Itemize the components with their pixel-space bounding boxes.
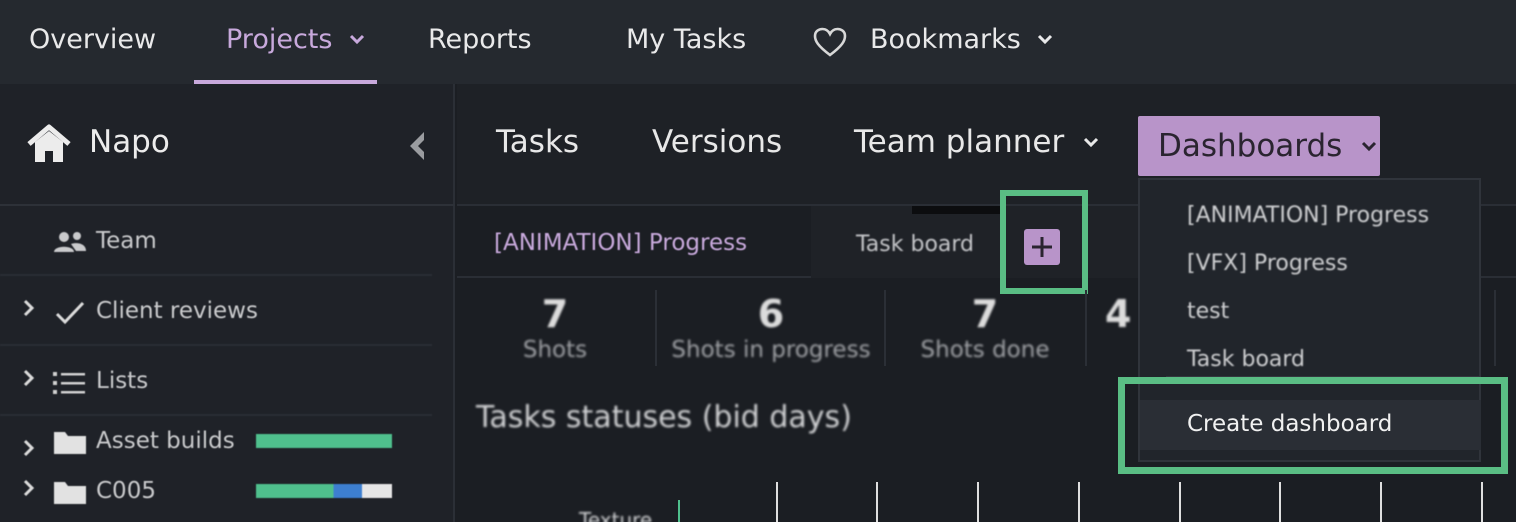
dropdown-item[interactable]: [ANIMATION] Progress bbox=[1187, 203, 1429, 228]
nav-my-tasks[interactable]: My Tasks bbox=[626, 0, 746, 84]
chart-gridline bbox=[1078, 482, 1080, 522]
tab-team-planner-label: Team planner bbox=[854, 124, 1065, 160]
chart-gridline bbox=[977, 482, 979, 522]
chevron-down-icon bbox=[1084, 137, 1099, 147]
collapse-sidebar-icon[interactable] bbox=[404, 130, 428, 162]
folder-icon bbox=[54, 432, 86, 454]
sidebar-item-label: C005 bbox=[96, 478, 156, 504]
sidebar-item-client-reviews[interactable]: Client reviews bbox=[0, 278, 432, 346]
chart-gridline bbox=[776, 482, 778, 522]
nav-bookmarks-label: Bookmarks bbox=[870, 24, 1021, 55]
sidebar-item-team[interactable]: Team bbox=[0, 208, 432, 276]
nav-projects-label: Projects bbox=[226, 24, 333, 55]
tab-tasks[interactable]: Tasks bbox=[496, 124, 579, 160]
tooltip-edge bbox=[912, 206, 1002, 214]
tab-team-planner[interactable]: Team planner bbox=[854, 124, 1100, 160]
dashboard-tab-animation[interactable]: [ANIMATION] Progress bbox=[494, 230, 747, 256]
nav-projects[interactable]: Projects bbox=[226, 0, 365, 84]
heart-icon[interactable] bbox=[812, 26, 848, 58]
sidebar-item-c005[interactable]: C005 bbox=[0, 468, 432, 522]
dashboards-button[interactable]: Dashboards bbox=[1138, 116, 1380, 176]
chart-gridline bbox=[1179, 482, 1181, 522]
nav-reports[interactable]: Reports bbox=[428, 0, 532, 84]
nav-overview[interactable]: Overview bbox=[29, 0, 156, 84]
chevron-right-icon[interactable] bbox=[22, 368, 36, 388]
nav-bookmarks[interactable]: Bookmarks bbox=[870, 0, 1053, 84]
dropdown-item[interactable]: [VFX] Progress bbox=[1187, 251, 1348, 276]
stat-value: 6 bbox=[757, 292, 785, 336]
highlight-box bbox=[1118, 377, 1508, 474]
dropdown-item[interactable]: Task board bbox=[1187, 347, 1305, 372]
highlight-box bbox=[1000, 190, 1088, 294]
stat-value: 7 bbox=[971, 292, 999, 336]
home-icon[interactable] bbox=[26, 124, 72, 164]
sidebar-item-label: Client reviews bbox=[96, 298, 258, 324]
top-navigation: Overview Projects Reports My Tasks Bookm… bbox=[0, 0, 1516, 84]
project-header: Napo bbox=[0, 84, 455, 206]
dashboard-tab-task-board[interactable]: Task board bbox=[856, 232, 974, 257]
stat-label: Shots bbox=[522, 337, 588, 363]
divider bbox=[1085, 290, 1087, 366]
sidebar-item-label: Lists bbox=[96, 368, 149, 394]
stat-shots: 7 Shots bbox=[507, 292, 603, 364]
divider bbox=[884, 290, 886, 366]
chart-gridline bbox=[1380, 482, 1382, 522]
section-title: Tasks statuses (bid days) bbox=[476, 400, 852, 435]
dropdown-item[interactable]: test bbox=[1187, 299, 1229, 324]
chart-gridline bbox=[1481, 482, 1483, 522]
project-sidebar: Napo Team Client reviews Lists Asset bui… bbox=[0, 84, 455, 522]
stat-shots-in-progress: 6 Shots in progress bbox=[671, 292, 871, 364]
chevron-down-icon bbox=[349, 34, 365, 44]
stat-label: Shots done bbox=[920, 337, 1050, 363]
stat-shots-done: 7 Shots done bbox=[917, 292, 1053, 364]
check-icon bbox=[55, 301, 85, 325]
chart-gridline bbox=[1279, 482, 1281, 522]
chevron-right-icon[interactable] bbox=[22, 438, 36, 458]
team-icon bbox=[54, 232, 86, 252]
chart-axis bbox=[678, 500, 680, 522]
sidebar-item-lists[interactable]: Lists bbox=[0, 348, 432, 416]
folder-icon bbox=[54, 482, 86, 504]
sidebar-item-label: Team bbox=[96, 228, 157, 254]
chevron-right-icon[interactable] bbox=[22, 298, 36, 318]
tab-versions[interactable]: Versions bbox=[652, 124, 782, 160]
chevron-down-icon bbox=[1362, 141, 1377, 151]
project-name: Napo bbox=[89, 124, 170, 160]
sidebar-item-label: Asset builds bbox=[96, 428, 235, 454]
chart-gridline bbox=[876, 482, 878, 522]
chart-row-label: Texture bbox=[579, 508, 653, 522]
chevron-right-icon[interactable] bbox=[22, 478, 36, 498]
list-icon bbox=[53, 372, 85, 394]
progress-bar bbox=[256, 484, 392, 498]
divider bbox=[655, 290, 657, 366]
stat-label: Shots in progress bbox=[671, 337, 871, 363]
chevron-down-icon bbox=[1038, 34, 1053, 44]
stat-value: 7 bbox=[541, 292, 569, 336]
progress-bar bbox=[256, 434, 392, 448]
dashboards-label: Dashboards bbox=[1158, 128, 1343, 164]
divider bbox=[1494, 290, 1496, 366]
